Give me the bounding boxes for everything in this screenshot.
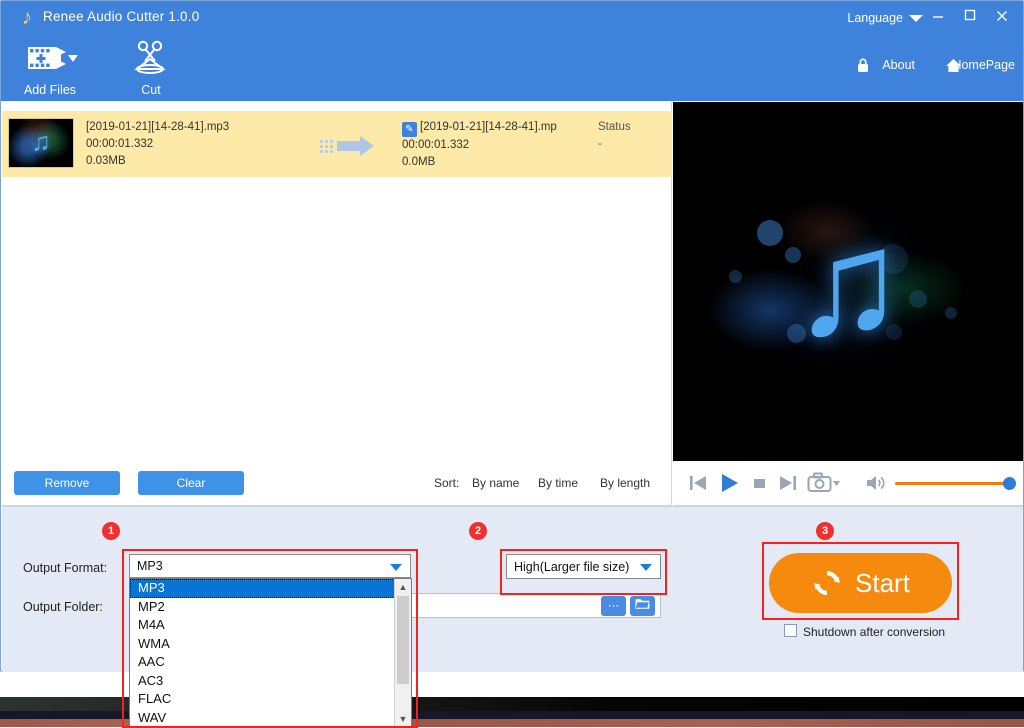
stop-icon[interactable]: [749, 471, 771, 495]
remove-button[interactable]: Remove: [14, 471, 120, 495]
source-file-info: [2019-01-21][14-28-41].mp3 00:00:01.332 …: [86, 119, 336, 170]
source-size: 0.03MB: [86, 155, 126, 167]
add-files-button[interactable]: Add Files: [7, 39, 93, 97]
maximize-icon: [964, 9, 976, 21]
convert-arrow-icon: [320, 135, 390, 157]
annotation-badge-2: 2: [469, 522, 487, 540]
annotation-badge-3: 3: [816, 522, 834, 540]
window-title: Renee Audio Cutter 1.0.0: [43, 9, 200, 24]
music-note-icon: ♪: [21, 6, 33, 29]
next-icon[interactable]: [777, 471, 799, 495]
output-file-info: ✎ [2019-01-21][14-28-41].mp 00:00:01.332 …: [402, 119, 572, 171]
audio-thumbnail-icon: ♫: [8, 118, 74, 168]
output-folder-label: Output Folder:: [23, 600, 103, 614]
sort-label: Sort:: [434, 476, 460, 490]
output-size: 0.0MB: [402, 156, 436, 168]
chevron-down-icon[interactable]: [909, 15, 923, 22]
about-link[interactable]: About: [882, 58, 915, 72]
add-files-label: Add Files: [23, 83, 77, 97]
previous-icon[interactable]: [687, 471, 709, 495]
shutdown-label: Shutdown after conversion: [803, 625, 946, 639]
volume-slider-knob[interactable]: [1003, 477, 1016, 490]
application-window: ♪ Renee Audio Cutter 1.0.0 Language Add …: [0, 0, 1024, 728]
annotation-badge-1: 1: [102, 522, 120, 540]
output-duration: 00:00:01.332: [402, 139, 470, 151]
folder-icon[interactable]: [630, 596, 655, 616]
minimize-button[interactable]: [925, 6, 951, 30]
sort-by-time-button[interactable]: By time: [538, 476, 578, 490]
player-controls: [673, 461, 1023, 506]
camera-icon[interactable]: [807, 471, 841, 495]
annotation-box-start: [762, 542, 959, 620]
shutdown-checkbox[interactable]: [784, 624, 797, 637]
sort-by-length-button[interactable]: By length: [600, 476, 650, 490]
close-button[interactable]: [989, 6, 1015, 30]
volume-icon[interactable]: [865, 471, 889, 495]
status-badge: -: [598, 138, 602, 150]
list-toolbar: Remove Clear Sort: By name By time By le…: [2, 461, 672, 506]
scissors-icon: [107, 39, 195, 79]
output-format-label: Output Format:: [23, 561, 108, 575]
volume-slider-track[interactable]: [895, 482, 1015, 485]
file-list: ♫ [2019-01-21][14-28-41].mp3 00:00:01.33…: [2, 101, 672, 461]
sort-by-name-button[interactable]: By name: [472, 476, 519, 490]
status-header: Status: [598, 121, 631, 133]
shutdown-after-conversion-row[interactable]: Shutdown after conversion: [784, 624, 945, 639]
play-icon[interactable]: [717, 471, 741, 495]
minimize-icon: [933, 16, 943, 18]
close-icon: [997, 11, 1007, 21]
ellipsis-icon[interactable]: ⋯: [601, 596, 626, 616]
window-header: ♪ Renee Audio Cutter 1.0.0 Language Add …: [1, 1, 1023, 101]
edit-pencil-icon[interactable]: ✎: [402, 122, 417, 137]
output-file-name: [2019-01-21][14-28-41].mp: [420, 121, 557, 133]
status-column: Status -: [598, 119, 678, 153]
music-note-icon: ♫: [791, 197, 905, 366]
video-preview[interactable]: ♫: [673, 102, 1023, 461]
homepage-link[interactable]: HomePage: [952, 58, 1015, 72]
language-menu[interactable]: Language: [847, 11, 903, 25]
add-files-icon: [7, 39, 93, 79]
cut-label: Cut: [141, 83, 161, 97]
annotation-box-format: [122, 549, 418, 728]
source-duration: 00:00:01.332: [86, 138, 154, 150]
annotation-box-quality: [500, 549, 667, 595]
title-bar: ♪ Renee Audio Cutter 1.0.0 Language: [1, 1, 1023, 35]
clear-button[interactable]: Clear: [138, 471, 244, 495]
cut-button[interactable]: Cut: [107, 39, 195, 97]
table-row[interactable]: ♫ [2019-01-21][14-28-41].mp3 00:00:01.33…: [2, 111, 672, 177]
source-file-name: [2019-01-21][14-28-41].mp3: [86, 121, 230, 133]
maximize-button[interactable]: [957, 6, 983, 30]
lock-icon: [855, 57, 871, 73]
